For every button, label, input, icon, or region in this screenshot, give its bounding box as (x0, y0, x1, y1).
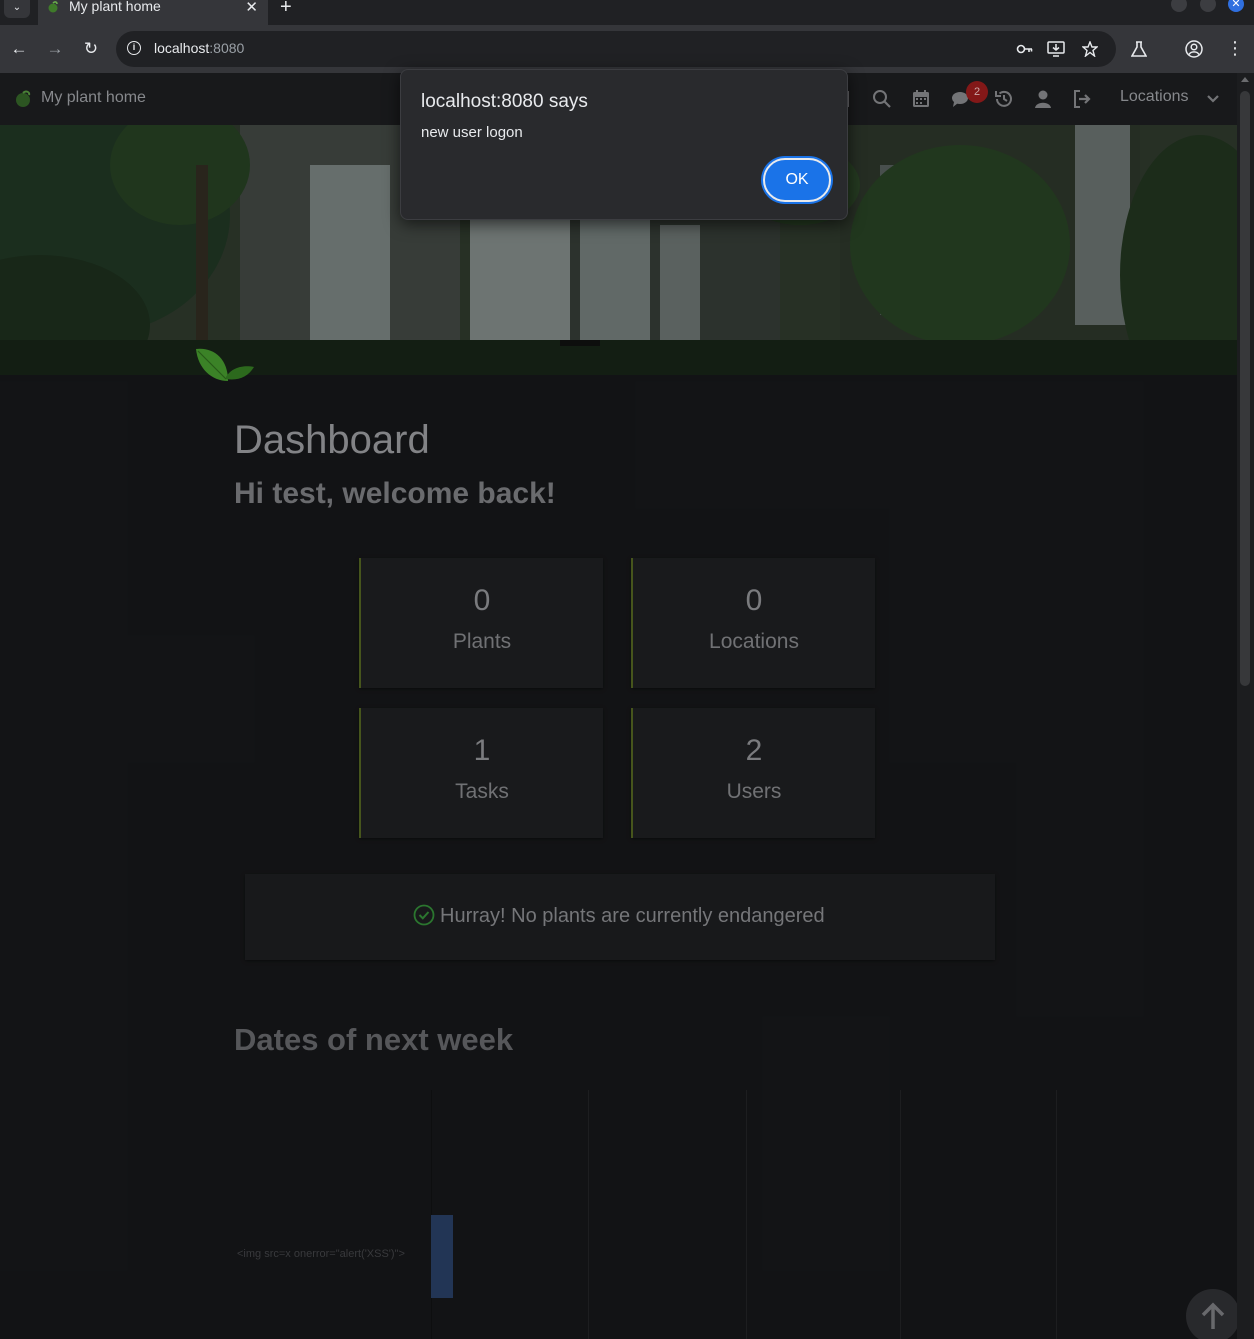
dialog-title: localhost:8080 says (421, 91, 588, 112)
bookmark-star-icon[interactable] (1082, 41, 1098, 57)
stat-label: Tasks (455, 780, 509, 803)
section-title-dates: Dates of next week (234, 1022, 514, 1057)
browser-menu-icon[interactable]: ⋮ (1226, 38, 1244, 59)
arrow-up-icon (1201, 1302, 1225, 1329)
timeline-task-bar[interactable] (431, 1215, 453, 1298)
calendar-icon[interactable] (910, 88, 932, 110)
stat-label: Plants (452, 630, 512, 653)
brand-name[interactable]: My plant home (41, 89, 146, 107)
stat-card-plants[interactable]: 0 Plants (359, 558, 603, 688)
browser-toolbar: ← → ↻ i localhost:8080 ⋮ (0, 25, 1254, 73)
stat-card-users[interactable]: 2 Users (631, 708, 875, 838)
stat-value: 0 (745, 584, 763, 617)
url-port: :8080 (209, 40, 245, 56)
dialog-message: new user logon (421, 124, 523, 141)
plant-favicon-icon (48, 1, 58, 13)
history-icon[interactable] (993, 88, 1015, 110)
timeline-gridline (746, 1090, 747, 1339)
browser-tab[interactable]: My plant home ✕ (38, 0, 268, 25)
password-key-icon[interactable] (1016, 42, 1034, 56)
user-profile-icon[interactable] (1032, 88, 1054, 110)
logout-icon[interactable] (1071, 88, 1093, 110)
search-icon[interactable] (871, 88, 893, 110)
locations-dropdown[interactable]: Locations (1120, 88, 1189, 106)
tab-close-icon[interactable]: ✕ (245, 0, 258, 16)
brand-logo-icon[interactable] (14, 90, 32, 108)
timeline-gridline (1056, 1090, 1057, 1339)
scrollbar-thumb[interactable] (1240, 91, 1250, 686)
address-bar[interactable]: i localhost:8080 (116, 31, 1116, 67)
endangered-status-panel: Hurray! No plants are currently endanger… (245, 874, 995, 960)
url-host: localhost (154, 40, 210, 56)
reload-icon[interactable]: ↻ (79, 37, 103, 61)
window-close-button[interactable]: ✕ (1228, 0, 1244, 12)
profile-avatar-icon[interactable] (1185, 40, 1203, 58)
stat-card-locations[interactable]: 0 Locations (631, 558, 875, 688)
alert-dialog: localhost:8080 says new user logon OK (400, 69, 848, 220)
timeline-item-label: <img src=x onerror="alert('XSS')"> (237, 1248, 405, 1260)
welcome-message: Hi test, welcome back! (234, 477, 556, 510)
timeline-gridline (588, 1090, 589, 1339)
stat-value: 0 (473, 584, 491, 617)
url-text: localhost:8080 (154, 40, 244, 56)
endangered-message: Hurray! No plants are currently endanger… (440, 905, 825, 927)
stat-value: 2 (745, 734, 763, 767)
ok-button[interactable]: OK (763, 158, 831, 202)
timeline-gridline (900, 1090, 901, 1339)
tab-search-dropdown-icon[interactable]: ⌄ (4, 0, 30, 18)
scroll-up-arrow-icon[interactable] (1241, 77, 1249, 82)
stat-value: 1 (473, 734, 491, 767)
labs-flask-icon[interactable] (1131, 41, 1147, 58)
install-app-icon[interactable] (1047, 41, 1065, 57)
window-minimize-button[interactable] (1171, 0, 1187, 12)
back-arrow-icon[interactable]: ← (7, 37, 31, 61)
scroll-to-top-button[interactable] (1186, 1289, 1240, 1339)
forward-arrow-icon[interactable]: → (43, 37, 67, 61)
page-title: Dashboard (234, 418, 430, 462)
check-circle-icon (413, 904, 435, 926)
stat-label: Locations (709, 630, 799, 653)
page-scrollbar[interactable] (1237, 73, 1254, 1339)
tab-title: My plant home (69, 0, 161, 14)
chevron-down-icon[interactable] (1205, 91, 1221, 107)
stat-card-tasks[interactable]: 1 Tasks (359, 708, 603, 838)
browser-tab-bar: ⌄ My plant home ✕ + ✕ (0, 0, 1254, 25)
new-tab-button[interactable]: + (280, 0, 292, 19)
window-maximize-button[interactable] (1200, 0, 1216, 12)
stat-label: Users (726, 780, 782, 803)
week-timeline: <img src=x onerror="alert('XSS')"> (234, 1090, 1234, 1339)
leaf-decoration-icon (196, 348, 254, 381)
site-info-icon[interactable]: i (127, 41, 141, 55)
notification-badge: 2 (966, 81, 988, 103)
